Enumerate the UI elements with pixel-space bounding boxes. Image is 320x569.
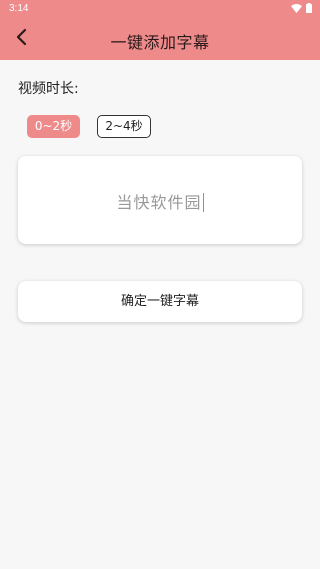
text-cursor bbox=[202, 193, 204, 212]
video-duration-label: 视频时长: bbox=[18, 81, 79, 97]
duration-option-2-4s[interactable]: 2~4秒 bbox=[97, 115, 151, 138]
status-icons bbox=[291, 3, 312, 16]
subtitle-text-input[interactable]: 当快软件园 bbox=[18, 189, 302, 213]
status-bar: 3:14 bbox=[0, 0, 320, 18]
page-title: 一键添加字幕 bbox=[110, 33, 210, 52]
app-bar: 一键添加字幕 bbox=[0, 18, 320, 60]
duration-option-0-2s[interactable]: 0~2秒 bbox=[27, 115, 80, 138]
status-time: 3:14 bbox=[9, 3, 29, 14]
battery-icon bbox=[306, 3, 312, 16]
subtitle-text-value: 当快软件园 bbox=[116, 193, 202, 212]
subtitle-text-card[interactable]: 当快软件园 bbox=[18, 156, 302, 244]
confirm-subtitle-button[interactable]: 确定一键字幕 bbox=[18, 281, 302, 322]
wifi-icon bbox=[291, 3, 302, 16]
